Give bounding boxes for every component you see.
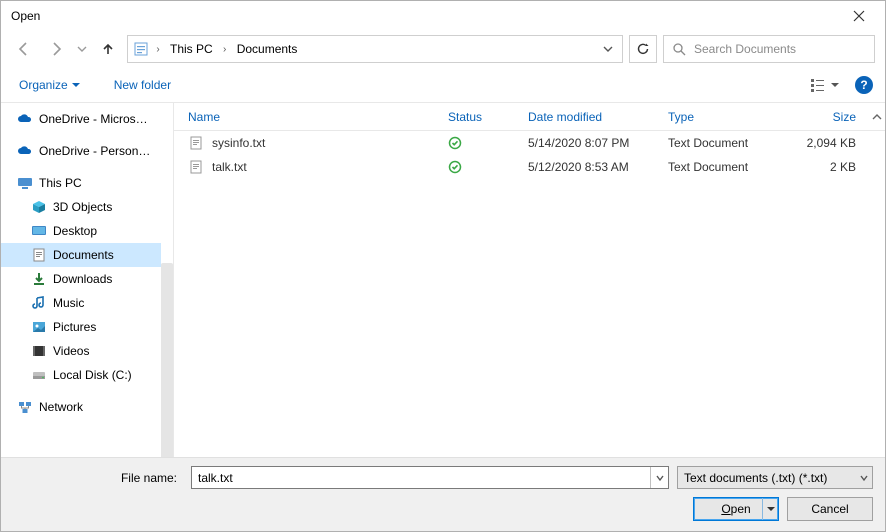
view-options-button[interactable]	[805, 76, 845, 94]
file-row[interactable]: sysinfo.txt 5/14/2020 8:07 PM Text Docum…	[174, 131, 885, 155]
synced-icon	[448, 160, 516, 174]
close-button[interactable]	[837, 2, 881, 30]
file-type-filter[interactable]: Text documents (.txt) (*.txt)	[677, 466, 873, 489]
download-icon	[31, 271, 47, 287]
tree-videos[interactable]: Videos	[1, 339, 161, 363]
nav-tree[interactable]: OneDrive - Micros… OneDrive - Person… Th…	[1, 103, 161, 461]
refresh-button[interactable]	[629, 35, 657, 63]
music-icon	[31, 295, 47, 311]
cloud-icon	[17, 111, 33, 127]
breadcrumb[interactable]: › This PC › Documents	[127, 35, 623, 63]
tree-desktop[interactable]: Desktop	[1, 219, 161, 243]
tree-this-pc[interactable]: This PC	[1, 171, 161, 195]
tree-onedrive-ms[interactable]: OneDrive - Micros…	[1, 107, 161, 131]
col-status[interactable]: Status	[442, 110, 522, 124]
picture-icon	[31, 319, 47, 335]
chevron-right-icon: ›	[219, 44, 231, 55]
cancel-button[interactable]: Cancel	[787, 497, 873, 521]
open-split-dropdown[interactable]	[762, 498, 778, 520]
tree-network[interactable]: Network	[1, 395, 161, 419]
col-type[interactable]: Type	[662, 110, 782, 124]
col-size[interactable]: Size	[782, 110, 862, 124]
tree-music[interactable]: Music	[1, 291, 161, 315]
chevron-right-icon: ›	[152, 44, 164, 55]
cloud-icon	[17, 143, 33, 159]
tree-documents[interactable]: Documents	[1, 243, 161, 267]
chevron-down-icon	[860, 474, 868, 482]
folder-icon	[130, 36, 152, 62]
search-icon	[672, 42, 686, 56]
disk-icon	[31, 367, 47, 383]
scroll-up-icon[interactable]	[869, 103, 885, 131]
forward-button[interactable]	[43, 36, 69, 62]
text-file-icon	[188, 159, 204, 175]
open-button[interactable]: Open	[693, 497, 779, 521]
tree-onedrive-personal[interactable]: OneDrive - Person…	[1, 139, 161, 163]
cube-icon	[31, 199, 47, 215]
pc-icon	[17, 175, 33, 191]
network-icon	[17, 399, 33, 415]
splitter[interactable]	[161, 263, 173, 461]
filename-label: File name:	[13, 471, 183, 485]
breadcrumb-item[interactable]: This PC	[164, 36, 219, 62]
filename-history-dropdown[interactable]	[650, 467, 668, 488]
tree-3d-objects[interactable]: 3D Objects	[1, 195, 161, 219]
desktop-icon	[31, 223, 47, 239]
tree-downloads[interactable]: Downloads	[1, 267, 161, 291]
synced-icon	[448, 136, 516, 150]
text-file-icon	[188, 135, 204, 151]
search-input[interactable]: Search Documents	[663, 35, 875, 63]
dialog-title: Open	[11, 9, 40, 23]
search-placeholder: Search Documents	[694, 42, 796, 56]
col-date[interactable]: Date modified	[522, 110, 662, 124]
recent-locations-dropdown[interactable]	[75, 36, 89, 62]
back-button[interactable]	[11, 36, 37, 62]
help-button[interactable]: ?	[855, 76, 873, 94]
video-icon	[31, 343, 47, 359]
up-button[interactable]	[95, 36, 121, 62]
filename-input[interactable]: talk.txt	[191, 466, 669, 489]
organize-menu[interactable]: Organize	[13, 74, 86, 96]
col-name[interactable]: Name	[182, 110, 442, 124]
new-folder-button[interactable]: New folder	[108, 74, 177, 96]
tree-pictures[interactable]: Pictures	[1, 315, 161, 339]
document-icon	[31, 247, 47, 263]
breadcrumb-item[interactable]: Documents	[231, 36, 304, 62]
file-list[interactable]: Name Status Date modified Type Size sysi…	[173, 103, 885, 461]
breadcrumb-dropdown[interactable]	[596, 36, 620, 62]
file-row[interactable]: talk.txt 5/12/2020 8:53 AM Text Document…	[174, 155, 885, 179]
tree-local-disk[interactable]: Local Disk (C:)	[1, 363, 161, 387]
